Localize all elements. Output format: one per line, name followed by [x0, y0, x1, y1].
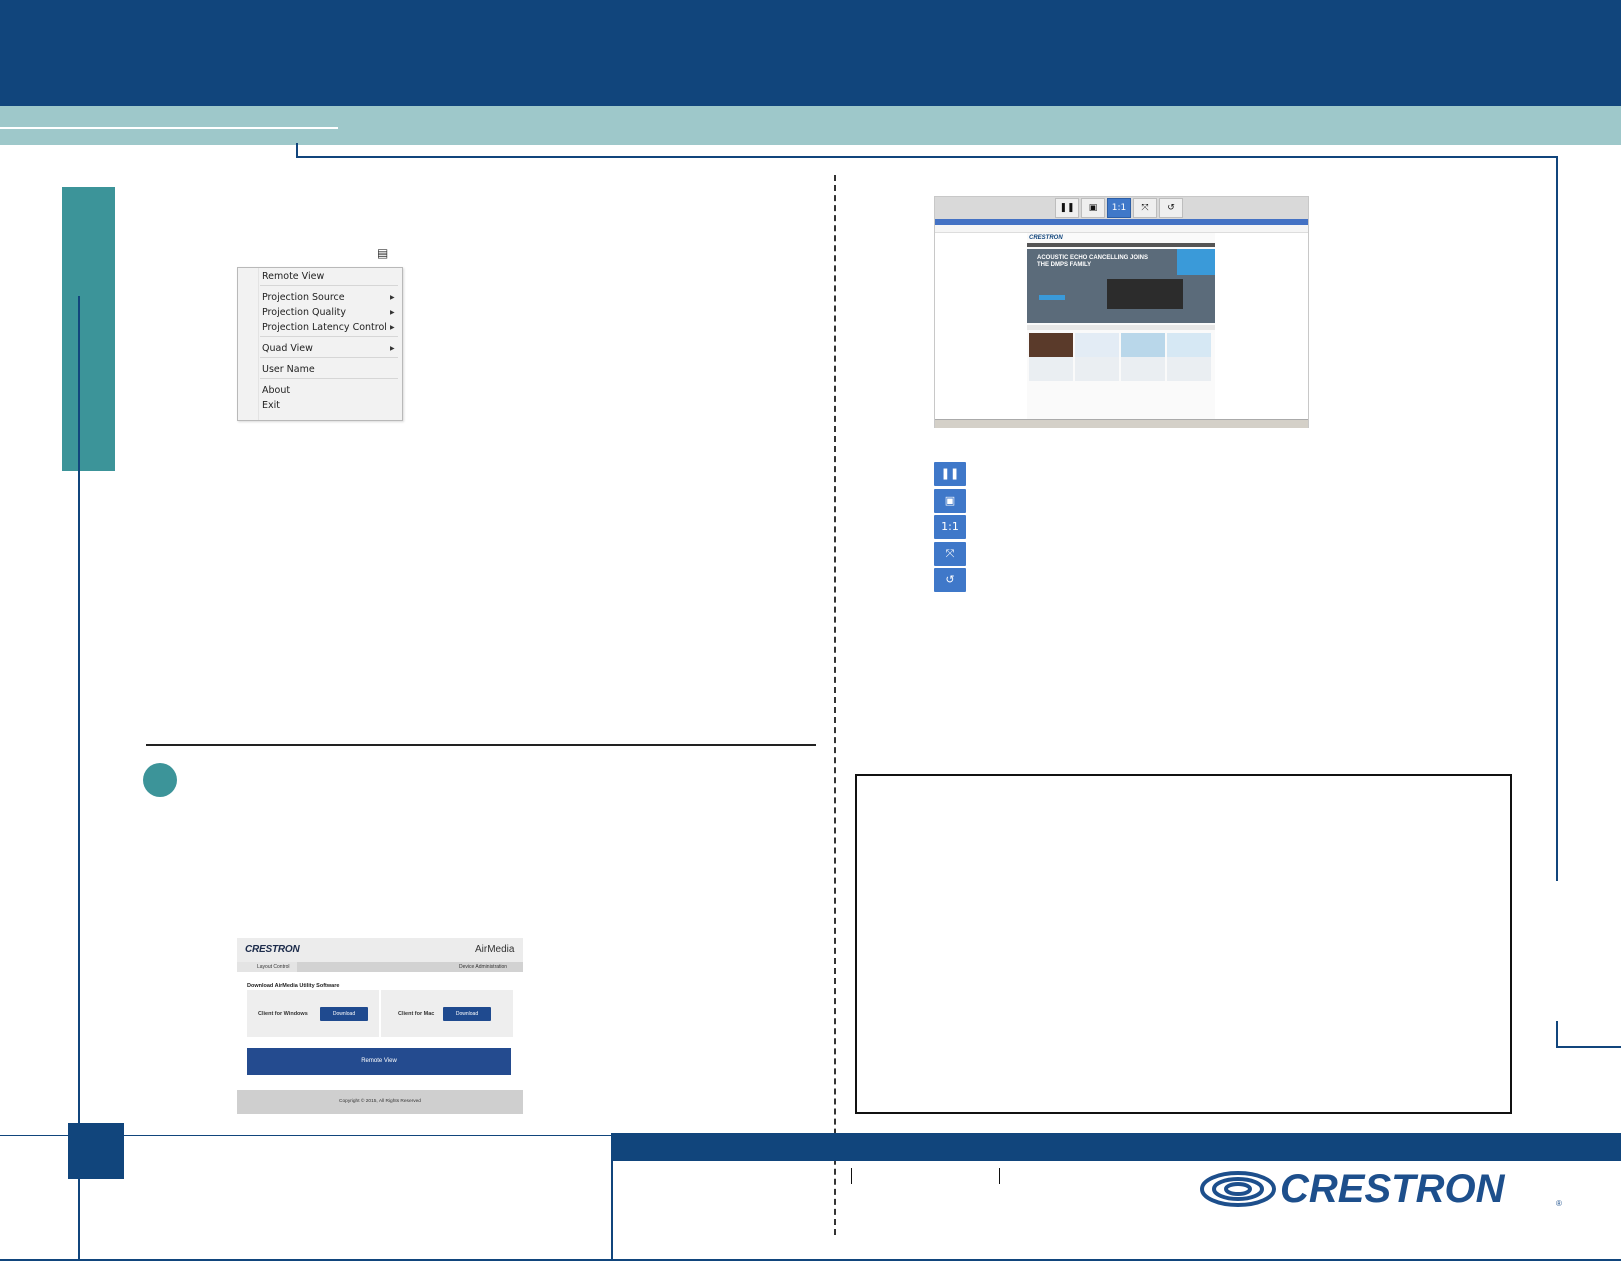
taskbar: [935, 419, 1308, 428]
crestron-logo: CRESTRON: [245, 944, 300, 955]
menu-separator: [260, 357, 398, 358]
site-tile: [1121, 333, 1165, 381]
tab-layout-control[interactable]: Layout Control: [237, 962, 297, 972]
mac-client-label: Client for Mac: [398, 1011, 435, 1017]
remote-view-toolbar: ❚❚ ▣ 1:1 ⤧ ↺: [935, 197, 1308, 219]
fit-screen-button[interactable]: ⤧: [1133, 198, 1157, 218]
download-section-title: Download AirMedia Utility Software: [247, 983, 340, 989]
remote-view-button[interactable]: Remote View: [247, 1048, 511, 1075]
menu-item-projection-source[interactable]: Projection Source: [262, 292, 345, 303]
airmedia-footer: Copyright © 2015, All Rights Reserved: [237, 1090, 523, 1114]
content-frame-top: [296, 156, 1558, 158]
sub-header-rule: [0, 127, 338, 129]
note-box: [855, 774, 1512, 1114]
submenu-arrow-icon: ▶: [390, 325, 395, 331]
site-tile: [1075, 333, 1119, 381]
remote-view-window: ❚❚ ▣ 1:1 ⤧ ↺ CRESTRON ACOUSTIC ECHO CANC…: [934, 196, 1309, 428]
footer-divider: [999, 1168, 1000, 1184]
footer-separator: [611, 1133, 613, 1261]
pause-button[interactable]: ❚❚: [1055, 198, 1079, 218]
menu-separator: [260, 285, 398, 286]
menu-item-user-name[interactable]: User Name: [262, 364, 315, 375]
windows-client-label: Client for Windows: [258, 1011, 308, 1017]
side-rule: [78, 296, 80, 1261]
column-divider: [834, 175, 836, 1235]
mac-client-card: Client for Mac Download: [381, 990, 513, 1037]
submenu-arrow-icon: ▶: [390, 346, 395, 352]
website-preview: CRESTRON ACOUSTIC ECHO CANCELLING JOINS …: [1027, 233, 1215, 421]
tab-layout-control-label: Layout Control: [257, 964, 290, 970]
airmedia-web-page: CRESTRON AirMedia Layout Control Device …: [237, 938, 523, 1115]
site-tile: [1167, 333, 1211, 381]
windows-client-card: Client for Windows Download: [247, 990, 379, 1037]
browser-address-bar: [935, 225, 1308, 233]
menu-item-projection-quality[interactable]: Projection Quality: [262, 307, 346, 318]
fit-screen-icon: ⤧: [934, 542, 966, 566]
mac-download-button[interactable]: Download: [443, 1007, 491, 1021]
menu-icon[interactable]: ▤: [377, 247, 389, 259]
actual-size-icon: 1:1: [934, 515, 966, 539]
site-strip: [1027, 325, 1215, 330]
menu-separator: [260, 336, 398, 337]
hero-device-image: [1107, 279, 1183, 309]
submenu-arrow-icon: ▶: [390, 295, 395, 301]
footer-divider: [851, 1168, 852, 1184]
save-icon: ▣: [934, 489, 966, 513]
content-frame-right: [1556, 156, 1558, 881]
hero-button: [1039, 295, 1065, 300]
site-logo: CRESTRON: [1029, 235, 1063, 241]
menu-separator: [260, 378, 398, 379]
header-band: [0, 0, 1621, 106]
site-nav: [1027, 243, 1215, 247]
footer-band: [612, 1133, 1621, 1161]
content-frame-right-foot: [1556, 1046, 1621, 1048]
step-bullet: [143, 763, 177, 797]
context-menu: Remote View Projection Source ▶ Projecti…: [237, 267, 403, 421]
actual-size-button[interactable]: 1:1: [1107, 198, 1131, 218]
menu-item-projection-latency[interactable]: Projection Latency Control: [262, 322, 387, 333]
pause-icon: ❚❚: [934, 462, 966, 486]
crestron-footer-logo: CRESTRON ®: [1200, 1167, 1562, 1211]
airmedia-brand: AirMedia: [475, 944, 515, 955]
site-tile: [1029, 333, 1073, 381]
tab-device-administration[interactable]: Device Administration: [459, 964, 507, 970]
crestron-wordmark: CRESTRON: [1280, 1167, 1506, 1211]
save-button[interactable]: ▣: [1081, 198, 1105, 218]
menu-item-remote-view[interactable]: Remote View: [262, 271, 324, 282]
content-frame-right-lower: [1556, 1021, 1558, 1046]
menu-gutter: [258, 268, 259, 420]
crestron-swirl-icon: [1200, 1171, 1276, 1207]
menu-item-quad-view[interactable]: Quad View: [262, 343, 313, 354]
hero-headline: ACOUSTIC ECHO CANCELLING JOINS THE DMPS …: [1037, 255, 1149, 268]
page-number-box: [68, 1123, 124, 1179]
trademark-symbol: ®: [1556, 1199, 1562, 1208]
section-rule: [146, 744, 816, 746]
sub-header-band: [0, 106, 1621, 145]
menu-item-exit[interactable]: Exit: [262, 400, 280, 411]
side-tab: [62, 187, 115, 471]
rotate-button[interactable]: ↺: [1159, 198, 1183, 218]
menu-item-about[interactable]: About: [262, 385, 290, 396]
hero-badge: [1177, 249, 1215, 275]
windows-download-button[interactable]: Download: [320, 1007, 368, 1021]
submenu-arrow-icon: ▶: [390, 310, 395, 316]
rotate-icon: ↺: [934, 568, 966, 592]
airmedia-header: CRESTRON AirMedia: [237, 938, 523, 962]
